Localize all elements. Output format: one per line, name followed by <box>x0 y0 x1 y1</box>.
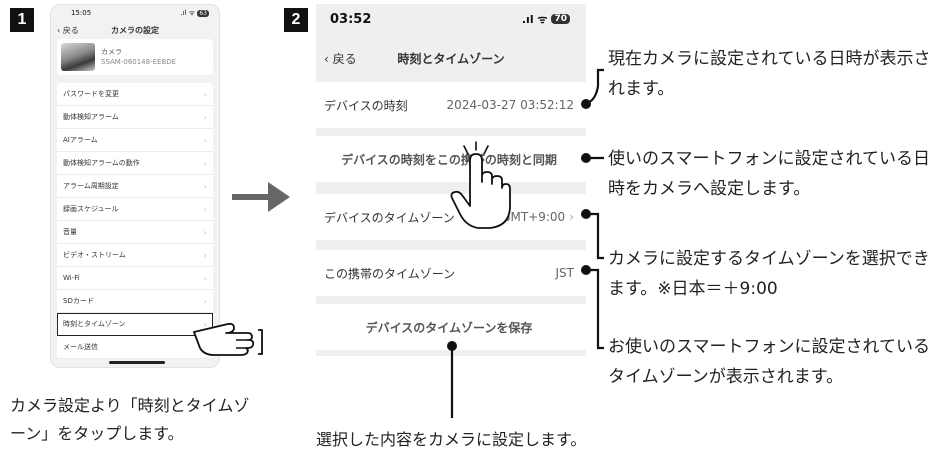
chevron-right-icon: › <box>203 273 207 283</box>
battery-icon: 70 <box>551 14 570 24</box>
chevron-right-icon: › <box>203 250 207 260</box>
camera-thumbnail <box>61 43 95 71</box>
settings-menu-item[interactable]: 音量 › <box>57 221 213 244</box>
status-bar: 03:52 .ıl ᯤ 70 <box>316 4 586 34</box>
settings-menu-list: パスワードを変更 › 動体検知アラーム › AIアラーム › 動体検知アラームの動作 › アラー… <box>57 83 213 359</box>
save-timezone-button[interactable]: デバイスのタイムゾーンを保存 <box>316 304 586 350</box>
nav-bar: ‹ 戻る カメラの設定 <box>51 21 219 39</box>
step-2-badge: 2 <box>284 8 308 32</box>
settings-menu-item-label: 音量 <box>63 228 77 236</box>
settings-menu-item[interactable]: パスワードを変更 › <box>57 83 213 106</box>
settings-menu-item[interactable]: アラーム周期設定 › <box>57 175 213 198</box>
note-sync: 使いのスマートフォンに設定されている日時をカメラへ設定します。 <box>608 149 930 199</box>
home-indicator <box>109 361 165 364</box>
status-icons: .ıl ᯤ 70 <box>522 12 570 27</box>
device-time-row: デバイスの時刻 2024-03-27 03:52:12 <box>316 82 586 128</box>
chevron-right-icon: › <box>203 227 207 237</box>
settings-menu-item-label: 時刻とタイムゾーン <box>63 320 126 328</box>
status-bar: 15:05 .ıl ᯤ 63 <box>51 5 219 21</box>
settings-menu-item[interactable]: 動体検知アラーム › <box>57 106 213 129</box>
note-save: 選択した内容をカメラに設定します。 <box>316 430 587 449</box>
battery-icon: 63 <box>197 9 209 17</box>
settings-menu-item[interactable]: SDカード › <box>57 290 213 313</box>
chevron-right-icon: › <box>203 181 207 191</box>
status-icons: .ıl ᯤ 63 <box>180 9 209 18</box>
settings-menu-item-label: Wi-Fi <box>63 274 80 282</box>
chevron-right-icon: › <box>203 135 207 145</box>
settings-menu-item-label: アラーム周期設定 <box>63 182 119 190</box>
chevron-right-icon: › <box>203 296 207 306</box>
settings-menu-item[interactable]: AIアラーム › <box>57 129 213 152</box>
settings-menu-item-label: SDカード <box>63 297 94 305</box>
settings-menu-item-label: メール送信 <box>63 343 98 351</box>
nav-bar: ‹ 戻る 時刻とタイムゾーン <box>316 42 586 72</box>
chevron-right-icon: › <box>203 112 207 122</box>
settings-menu-item[interactable]: Wi-Fi › <box>57 267 213 290</box>
settings-menu-item-label: ビデオ・ストリーム <box>63 251 126 259</box>
settings-menu-item-label: 動体検知アラーム <box>63 113 119 121</box>
page-title: 時刻とタイムゾーン <box>397 52 505 66</box>
settings-menu-item-label: 録画スケジュール <box>63 205 119 213</box>
settings-menu-item-label: パスワードを変更 <box>63 90 119 98</box>
note-current-time: 現在カメラに設定されている日時が表示されます。 <box>608 49 931 99</box>
settings-menu-item[interactable]: 時刻とタイムゾーン › <box>57 313 213 336</box>
note-phone-timezone: お使いのスマートフォンに設定されているタイムゾーンが表示されます。 <box>608 337 930 387</box>
settings-menu-item-label: AIアラーム <box>63 136 98 144</box>
settings-menu-item[interactable]: ビデオ・ストリーム › <box>57 244 213 267</box>
signal-wifi-icon: .ıl ᯤ <box>180 8 196 17</box>
phone-timezone-row: この携帯のタイムゾーン JST <box>316 250 586 296</box>
camera-id: SSAM-060148-EEBDE <box>101 58 177 66</box>
status-time: 03:52 <box>330 11 372 27</box>
settings-menu-item[interactable]: 録画スケジュール › <box>57 198 213 221</box>
chevron-right-icon: › <box>203 89 207 99</box>
phone-timezone-value: JST <box>555 266 575 280</box>
device-timezone-label: デバイスのタイムゾーン <box>324 210 455 225</box>
step-1-badge: 1 <box>10 8 34 32</box>
status-time: 15:05 <box>71 9 92 17</box>
tap-hand-icon <box>450 141 511 229</box>
step-1-caption: カメラ設定より「時刻とタイムゾーン」をタップします。 <box>10 396 250 443</box>
note-timezone: カメラに設定するタイムゾーンを選択できます。※日本＝＋9:00 <box>608 249 930 299</box>
device-time-value: 2024-03-27 03:52:12 <box>446 98 574 112</box>
phone-timezone-label: この携帯のタイムゾーン <box>324 266 456 281</box>
settings-menu-item[interactable]: 動体検知アラームの動作 › <box>57 152 213 175</box>
tap-hand-icon <box>193 322 263 356</box>
camera-label: カメラ <box>101 48 122 56</box>
chevron-right-icon: › <box>203 204 207 214</box>
chevron-right-icon: › <box>203 158 207 168</box>
camera-info-card[interactable]: カメラ SSAM-060148-EEBDE <box>57 39 213 75</box>
chevron-right-icon: › <box>569 210 574 224</box>
device-time-label: デバイスの時刻 <box>324 98 408 113</box>
signal-wifi-icon: .ıl ᯤ <box>521 12 548 26</box>
page-title: カメラの設定 <box>111 26 159 35</box>
next-step-arrow-icon <box>232 182 290 212</box>
settings-menu-item[interactable]: メール送信› <box>57 336 213 359</box>
settings-menu-item-label: 動体検知アラームの動作 <box>63 159 140 167</box>
